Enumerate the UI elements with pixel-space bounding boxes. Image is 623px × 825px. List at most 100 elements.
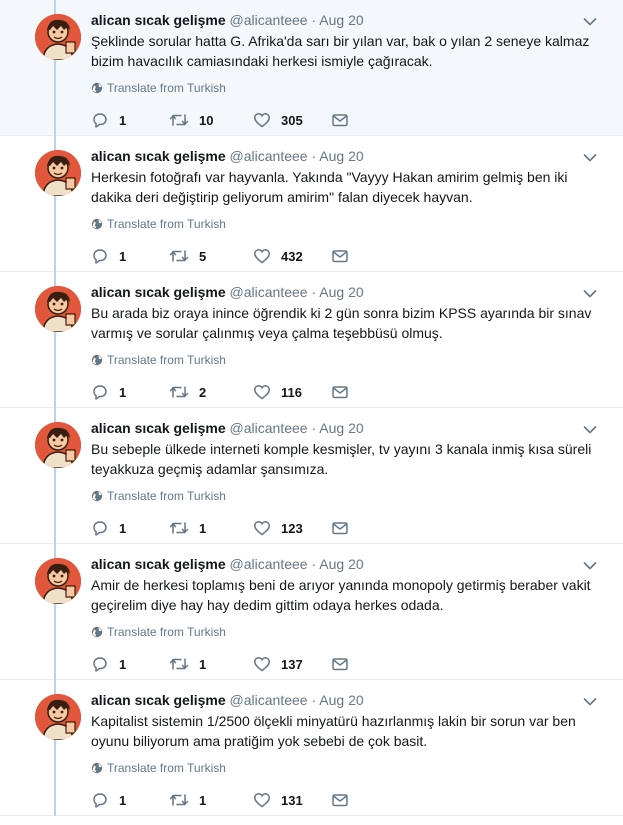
tweet-header: alican sıcak gelişme @alicanteee · Aug 2… [91, 147, 364, 165]
like-button[interactable]: 137 [253, 654, 303, 674]
retweet-button[interactable]: 5 [169, 246, 206, 266]
tweet-actions: 1 1 123 [91, 518, 391, 538]
like-button[interactable]: 123 [253, 518, 303, 538]
retweet-count: 10 [199, 112, 214, 128]
tweet[interactable]: alican sıcak gelişme @alicanteee · Aug 2… [0, 0, 623, 136]
separator-dot: · [311, 692, 317, 708]
translate-label[interactable]: Translate from Turkish [107, 216, 226, 232]
reply-button[interactable]: 1 [91, 382, 126, 402]
avatar[interactable] [35, 14, 81, 60]
tweet[interactable]: alican sıcak gelişme @alicanteee · Aug 2… [0, 136, 623, 272]
like-button[interactable]: 305 [253, 110, 303, 130]
user-handle[interactable]: @alicanteee [230, 692, 308, 708]
tweet-menu-button[interactable] [583, 150, 597, 162]
user-display-name[interactable]: alican sıcak gelişme [91, 12, 226, 28]
reply-button[interactable]: 1 [91, 110, 126, 130]
translate-label[interactable]: Translate from Turkish [107, 760, 226, 776]
globe-icon [91, 762, 103, 774]
user-handle[interactable]: @alicanteee [230, 12, 308, 28]
retweet-button[interactable]: 10 [169, 110, 213, 130]
user-display-name[interactable]: alican sıcak gelişme [91, 420, 226, 436]
direct-message-button[interactable] [331, 654, 349, 674]
tweet[interactable]: alican sıcak gelişme @alicanteee · Aug 2… [0, 544, 623, 680]
user-handle[interactable]: @alicanteee [230, 556, 308, 572]
retweet-button[interactable]: 1 [169, 654, 206, 674]
avatar[interactable] [35, 286, 81, 332]
direct-message-button[interactable] [331, 790, 349, 810]
retweet-count: 5 [199, 248, 207, 264]
user-handle[interactable]: @alicanteee [230, 420, 308, 436]
tweet-menu-button[interactable] [583, 14, 597, 26]
translate-link[interactable]: Translate from Turkish [91, 80, 226, 96]
tweet-actions: 1 10 305 [91, 110, 391, 130]
tweet-header: alican sıcak gelişme @alicanteee · Aug 2… [91, 283, 364, 301]
heart-icon [254, 793, 270, 808]
tweet-date[interactable]: Aug 20 [319, 556, 363, 572]
tweet-text: Bu arada biz oraya inince öğrendik ki 2 … [91, 305, 592, 341]
translate-label[interactable]: Translate from Turkish [107, 624, 226, 640]
direct-message-button[interactable] [331, 246, 349, 266]
user-display-name[interactable]: alican sıcak gelişme [91, 284, 226, 300]
avatar[interactable] [35, 694, 81, 740]
tweet-menu-button[interactable] [583, 286, 597, 298]
translate-link[interactable]: Translate from Turkish [91, 488, 226, 504]
tweet-date[interactable]: Aug 20 [319, 692, 363, 708]
chevron-down-icon [583, 154, 597, 162]
reply-count: 1 [119, 656, 127, 672]
user-handle[interactable]: @alicanteee [230, 148, 308, 164]
translate-label[interactable]: Translate from Turkish [107, 80, 226, 96]
reply-count: 1 [119, 248, 127, 264]
globe-icon [91, 626, 103, 638]
avatar-illustration-icon [35, 14, 81, 60]
globe-icon [91, 218, 103, 230]
tweet-header: alican sıcak gelişme @alicanteee · Aug 2… [91, 419, 364, 437]
tweet[interactable]: alican sıcak gelişme @alicanteee · Aug 2… [0, 272, 623, 408]
user-handle[interactable]: @alicanteee [230, 284, 308, 300]
direct-message-button[interactable] [331, 518, 349, 538]
translate-link[interactable]: Translate from Turkish [91, 216, 226, 232]
translate-link[interactable]: Translate from Turkish [91, 352, 226, 368]
tweet-actions: 1 1 137 [91, 654, 391, 674]
direct-message-button[interactable] [331, 382, 349, 402]
reply-icon [93, 793, 107, 808]
like-button[interactable]: 432 [253, 246, 303, 266]
retweet-button[interactable]: 2 [169, 382, 206, 402]
avatar-illustration-icon [35, 558, 81, 604]
translate-link[interactable]: Translate from Turkish [91, 760, 226, 776]
tweet-date[interactable]: Aug 20 [319, 420, 363, 436]
retweet-button[interactable]: 1 [169, 518, 206, 538]
direct-message-button[interactable] [331, 110, 349, 130]
translate-label[interactable]: Translate from Turkish [107, 352, 226, 368]
tweet[interactable]: alican sıcak gelişme @alicanteee · Aug 2… [0, 680, 623, 816]
chevron-down-icon [583, 18, 597, 26]
avatar[interactable] [35, 558, 81, 604]
tweet-date[interactable]: Aug 20 [319, 12, 363, 28]
user-display-name[interactable]: alican sıcak gelişme [91, 692, 226, 708]
reply-button[interactable]: 1 [91, 518, 126, 538]
reply-button[interactable]: 1 [91, 654, 126, 674]
retweet-count: 1 [199, 656, 207, 672]
like-button[interactable]: 131 [253, 790, 303, 810]
translate-link[interactable]: Translate from Turkish [91, 624, 226, 640]
tweet-date[interactable]: Aug 20 [319, 284, 363, 300]
user-display-name[interactable]: alican sıcak gelişme [91, 148, 226, 164]
chevron-down-icon [583, 290, 597, 298]
tweet-text: Herkesin fotoğrafı var hayvanla. Yakında… [91, 169, 568, 205]
retweet-count: 1 [199, 792, 207, 808]
avatar[interactable] [35, 422, 81, 468]
reply-count: 1 [119, 792, 127, 808]
user-display-name[interactable]: alican sıcak gelişme [91, 556, 226, 572]
tweet-menu-button[interactable] [583, 422, 597, 434]
tweet[interactable]: alican sıcak gelişme @alicanteee · Aug 2… [0, 408, 623, 544]
reply-button[interactable]: 1 [91, 790, 126, 810]
retweet-button[interactable]: 1 [169, 790, 206, 810]
tweet-menu-button[interactable] [583, 694, 597, 706]
avatar[interactable] [35, 150, 81, 196]
heart-icon [254, 385, 270, 400]
reply-button[interactable]: 1 [91, 246, 126, 266]
tweet-thread: alican sıcak gelişme @alicanteee · Aug 2… [0, 0, 623, 825]
like-button[interactable]: 116 [253, 382, 302, 402]
translate-label[interactable]: Translate from Turkish [107, 488, 226, 504]
tweet-menu-button[interactable] [583, 558, 597, 570]
tweet-date[interactable]: Aug 20 [319, 148, 363, 164]
